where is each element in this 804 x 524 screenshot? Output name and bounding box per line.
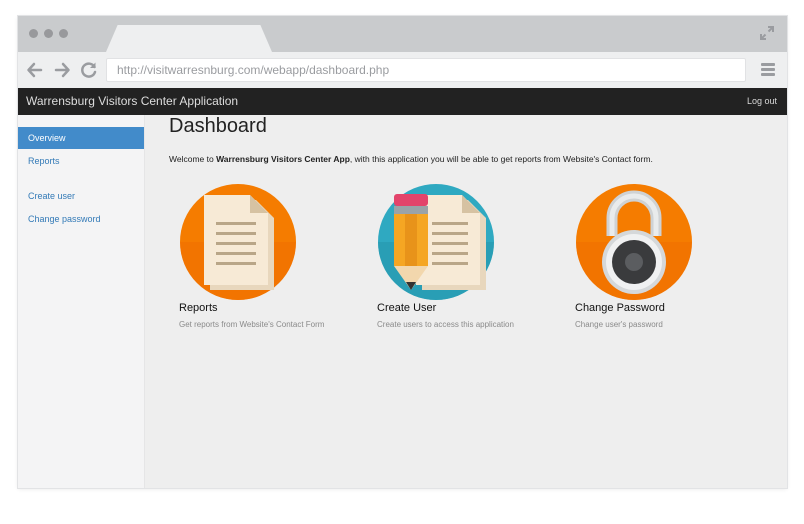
sidebar-item-overview[interactable]: Overview bbox=[18, 127, 144, 149]
sidebar-item-reports[interactable]: Reports bbox=[18, 150, 144, 172]
window-dot-icon[interactable] bbox=[59, 29, 68, 38]
browser-tab-bar bbox=[18, 16, 787, 52]
card-title[interactable]: Reports bbox=[179, 302, 218, 314]
card-title[interactable]: Change Password bbox=[575, 302, 665, 314]
app-header: Warrensburg Visitors Center Application … bbox=[18, 88, 787, 115]
document-icon[interactable] bbox=[178, 182, 298, 302]
pencil-document-icon[interactable] bbox=[376, 182, 496, 302]
card-description: Create users to access this application bbox=[377, 320, 514, 329]
address-bar[interactable]: http://visitwarresnburg.com/webapp/dashb… bbox=[106, 58, 746, 82]
card-description: Change user's password bbox=[575, 320, 663, 329]
sidebar-item-create-user[interactable]: Create user bbox=[18, 185, 144, 207]
forward-arrow-icon[interactable] bbox=[53, 61, 71, 79]
card-title[interactable]: Create User bbox=[377, 302, 436, 314]
main-content: Dashboard Welcome to Warrensburg Visitor… bbox=[145, 115, 787, 488]
back-arrow-icon[interactable] bbox=[26, 61, 44, 79]
browser-window: http://visitwarresnburg.com/webapp/dashb… bbox=[18, 16, 787, 488]
browser-nav-bar: http://visitwarresnburg.com/webapp/dashb… bbox=[18, 52, 787, 89]
page-title: Dashboard bbox=[169, 115, 267, 137]
logout-link[interactable]: Log out bbox=[747, 96, 777, 106]
refresh-icon[interactable] bbox=[80, 61, 98, 79]
window-dot-icon[interactable] bbox=[44, 29, 53, 38]
welcome-text: Welcome to Warrensburg Visitors Center A… bbox=[169, 154, 653, 164]
app-title: Warrensburg Visitors Center Application bbox=[26, 94, 239, 108]
sidebar: Overview Reports Create user Change pass… bbox=[18, 115, 145, 488]
browser-tab[interactable] bbox=[106, 25, 272, 52]
window-dot-icon[interactable] bbox=[29, 29, 38, 38]
padlock-icon[interactable] bbox=[574, 182, 694, 302]
expand-icon[interactable] bbox=[759, 25, 775, 41]
sidebar-item-change-password[interactable]: Change password bbox=[18, 208, 144, 230]
card-description: Get reports from Website's Contact Form bbox=[179, 320, 325, 329]
app-name: Warrensburg Visitors Center App bbox=[216, 154, 350, 164]
hamburger-menu-icon[interactable] bbox=[761, 63, 775, 76]
